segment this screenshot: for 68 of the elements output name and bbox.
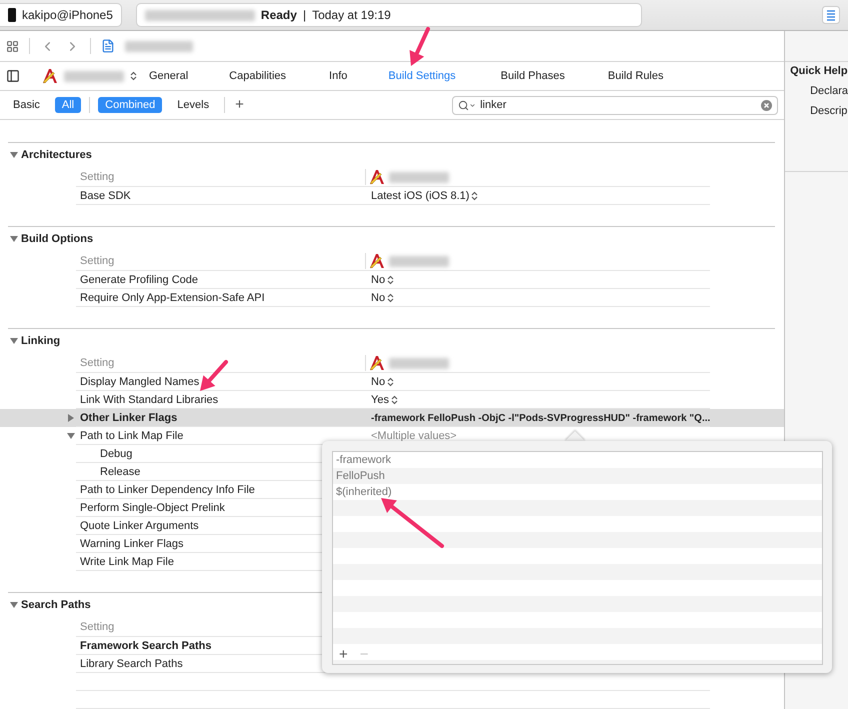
setting-value[interactable]: Yes <box>371 394 398 406</box>
search-field[interactable]: linker <box>452 96 778 114</box>
setting-value[interactable]: <Multiple values> <box>371 430 457 442</box>
setting-value[interactable]: No <box>371 292 394 304</box>
phone-icon <box>8 8 16 22</box>
disclosure-triangle[interactable] <box>10 235 18 243</box>
setting-value[interactable]: No <box>371 376 394 388</box>
disclosure-triangle[interactable] <box>67 432 75 440</box>
section-title: Linking <box>21 335 60 347</box>
blurred-label <box>64 70 124 82</box>
sidebar-toggle-icon[interactable] <box>6 69 20 83</box>
help-label: Descrip <box>809 105 848 117</box>
status-time: Today at 19:19 <box>312 8 391 22</box>
section-title: Build Options <box>21 233 94 245</box>
help-label: Declara <box>809 85 848 97</box>
editor-tab[interactable]: General <box>143 70 194 82</box>
add-button[interactable]: + <box>337 647 350 663</box>
setting-name[interactable]: Other Linker Flags <box>76 412 371 424</box>
setting-value[interactable]: Latest iOS (iOS 8.1) <box>371 190 478 202</box>
disclosure-triangle[interactable] <box>10 337 18 345</box>
list-icon[interactable] <box>822 6 840 24</box>
setting-name[interactable]: Display Mangled Names <box>76 376 371 388</box>
annotation-arrow <box>200 360 228 391</box>
blurred-label <box>389 256 449 266</box>
editor-tab[interactable]: Build Phases <box>494 70 571 82</box>
editor-tab[interactable]: Build Settings <box>382 70 462 82</box>
setting-name[interactable]: Generate Profiling Code <box>76 274 371 286</box>
annotation-arrow <box>410 27 430 66</box>
setting-name[interactable]: Base SDK <box>76 190 371 202</box>
section-title: Search Paths <box>21 599 91 611</box>
stepper-chevron-icon <box>387 275 394 285</box>
status-text: Ready <box>260 8 297 22</box>
disclosure-triangle[interactable] <box>10 601 18 609</box>
file-icon <box>101 39 115 53</box>
stepper-chevron-icon <box>387 293 394 303</box>
stepper-chevron-icon <box>387 377 394 387</box>
stepper-chevron-icon <box>390 395 398 405</box>
blurred-label <box>389 172 449 182</box>
setting-value[interactable]: No <box>371 274 394 286</box>
column-header: Setting <box>79 357 116 369</box>
annotation-arrow <box>381 498 444 548</box>
stepper-chevron-icon <box>471 191 478 201</box>
device-selector[interactable]: kakipo@iPhone5 <box>0 4 121 26</box>
view-filter[interactable]: Levels <box>170 97 216 113</box>
panel-title: Quick Help <box>790 65 848 77</box>
clear-icon[interactable] <box>761 100 772 110</box>
editor-tab[interactable]: Build Rules <box>602 70 670 82</box>
setting-name[interactable]: Require Only App-Extension-Safe API <box>76 292 371 304</box>
disclosure-triangle[interactable] <box>10 151 18 159</box>
scope-filter[interactable]: Basic <box>6 97 47 113</box>
setting-value[interactable]: -framework FelloPush -ObjC -l"Pods-SVProgressHUD" -framework "Q... <box>371 412 710 424</box>
add-button[interactable]: + <box>233 97 246 113</box>
column-header: Setting <box>79 621 116 633</box>
setting-name[interactable]: Link With Standard Libraries <box>76 394 371 406</box>
dropdown-icon <box>469 102 476 108</box>
separator-text: | <box>302 8 306 22</box>
column-header: Setting <box>79 171 116 183</box>
blurred-label <box>125 40 193 52</box>
grid-icon[interactable] <box>6 40 19 52</box>
column-header: Setting <box>79 255 116 267</box>
stepper-chevron-icon <box>130 71 137 81</box>
search-icon <box>458 100 470 110</box>
disclosure-triangle[interactable] <box>67 414 75 422</box>
blurred-label <box>389 358 449 368</box>
setting-name[interactable]: Path to Link Map File <box>76 430 371 442</box>
editor-tab[interactable]: Capabilities <box>223 70 292 82</box>
editor-tab[interactable]: Info <box>323 70 354 82</box>
section-title: Architectures <box>21 149 92 161</box>
